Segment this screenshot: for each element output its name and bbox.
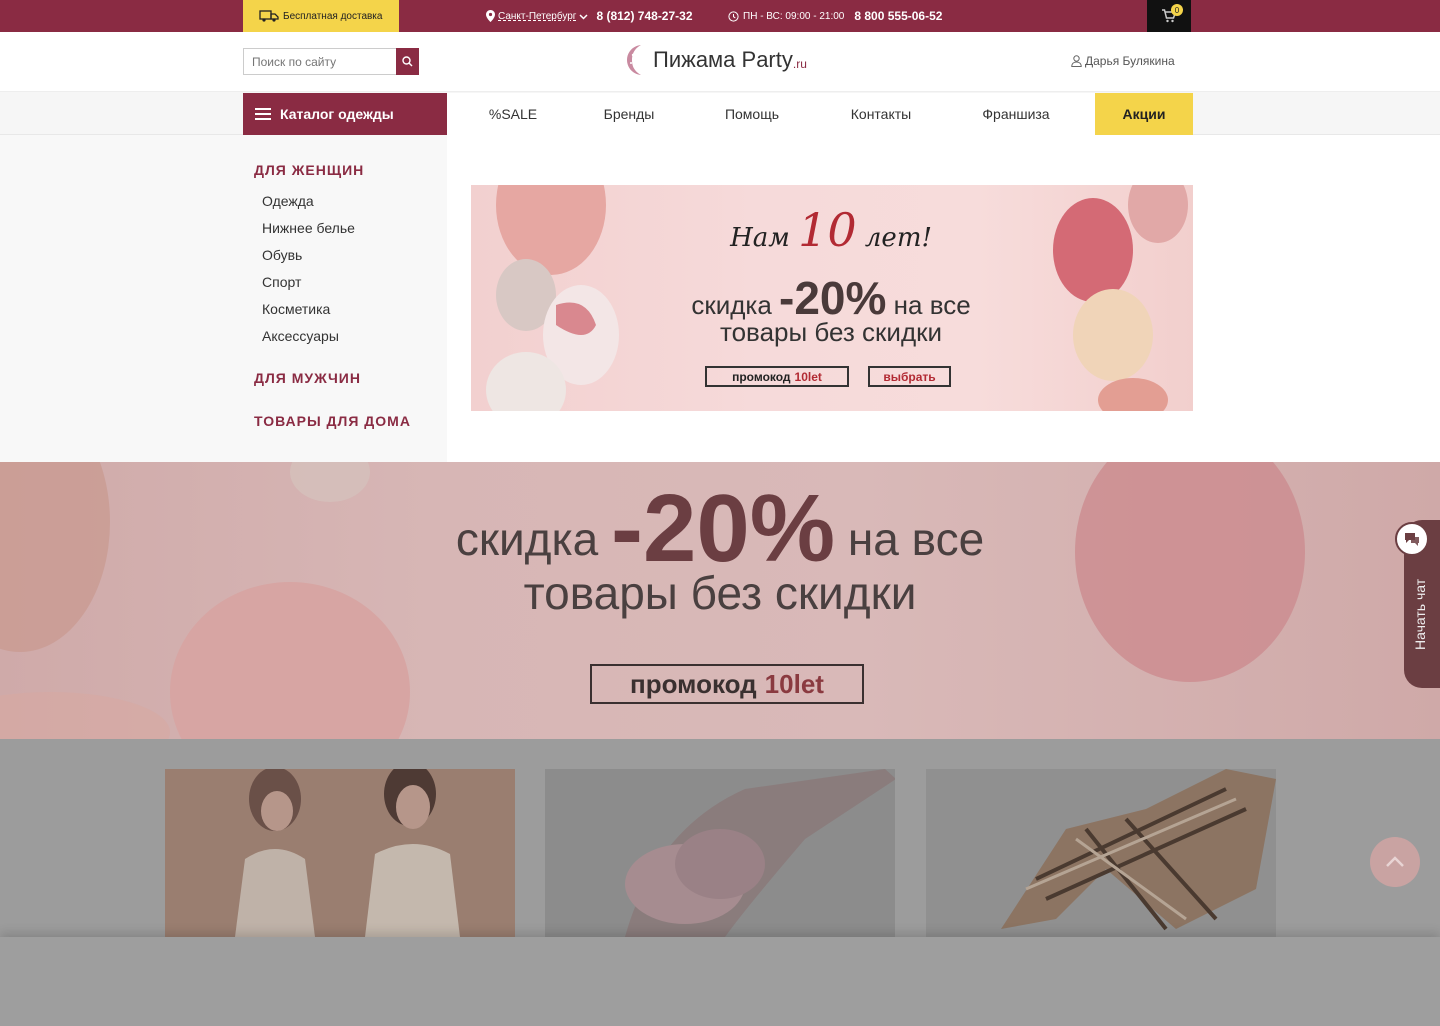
search-input[interactable] <box>243 48 396 75</box>
banner-title-post: лет! <box>864 223 932 253</box>
choose-button[interactable]: выбрать <box>868 366 951 387</box>
speech-bubbles-icon <box>1405 533 1419 546</box>
category-home[interactable]: ТОВАРЫ ДЛЯ ДОМА <box>254 413 411 429</box>
nav-link-sale[interactable]: %SALE <box>447 93 579 135</box>
clock-icon <box>728 10 739 22</box>
hero-promo-label: промокод <box>630 668 757 699</box>
logo-text: Пижама Party <box>653 47 793 72</box>
chevron-up-icon <box>1386 856 1404 867</box>
category-item[interactable]: Спорт <box>262 274 301 290</box>
bottom-overlay-panel <box>0 937 1440 1026</box>
search-icon <box>402 56 413 67</box>
women-pajamas-image <box>165 769 515 937</box>
cart-count-badge: 0 <box>1171 4 1183 16</box>
logo-suffix: .ru <box>792 57 807 71</box>
category-men[interactable]: ДЛЯ МУЖЧИН <box>254 370 361 386</box>
category-item[interactable]: Косметика <box>262 301 330 317</box>
banner-title-pre: Нам <box>730 223 790 253</box>
category-item[interactable]: Аксессуары <box>262 328 339 344</box>
chat-icon[interactable] <box>1395 522 1429 556</box>
hours-text: ПН - ВС: 09:00 - 21:00 <box>743 10 845 22</box>
category-women[interactable]: ДЛЯ ЖЕНЩИН <box>254 162 364 178</box>
nav-link-help[interactable]: Помощь <box>679 93 825 135</box>
city-selector[interactable]: Санкт-Петербург 8 (812) 748-27-32 <box>486 0 693 32</box>
nav-link-franchise[interactable]: Франшиза <box>937 93 1095 135</box>
user-name: Дарья Булякина <box>1085 54 1175 68</box>
nav-link-contacts[interactable]: Контакты <box>825 93 937 135</box>
banner-title: Нам 10 лет! <box>721 203 941 257</box>
chat-label[interactable]: Начать чат <box>1412 579 1428 650</box>
banner-line1-post: на все <box>893 290 971 320</box>
user-account-link[interactable]: Дарья Булякина <box>1071 54 1175 68</box>
product-card-scarf[interactable] <box>926 769 1276 937</box>
top-bar: Бесплатная доставка Санкт-Петербург 8 (8… <box>0 0 1440 32</box>
search-button[interactable] <box>396 48 419 75</box>
nav-link-promo[interactable]: Акции <box>1095 93 1193 135</box>
category-item[interactable]: Обувь <box>262 247 302 263</box>
delivery-label: Бесплатная доставка <box>283 10 383 22</box>
main-nav: Каталог одежды %SALE Бренды Помощь Конта… <box>0 92 1440 135</box>
hero-promo-code-box: промокод 10let <box>590 664 864 704</box>
banner-title-number: 10 <box>798 203 857 257</box>
fur-slippers-image <box>545 769 895 937</box>
search-form <box>243 48 419 75</box>
product-card-slippers[interactable] <box>545 769 895 937</box>
anniversary-banner[interactable]: Нам 10 лет! скидка -20% на все товары бе… <box>471 185 1193 411</box>
chevron-down-icon <box>579 13 588 20</box>
hero-banner[interactable]: скидка -20% на все товары без скидки про… <box>0 462 1440 739</box>
balloons-right-image <box>1053 185 1188 411</box>
city-phone-link[interactable]: 8 (812) 748-27-32 <box>596 9 692 23</box>
category-item[interactable]: Нижнее белье <box>262 220 355 236</box>
hero-line1-post: на все <box>847 513 985 565</box>
site-header: Пижама Party .ru Дарья Булякина <box>0 32 1440 92</box>
working-hours: ПН - ВС: 09:00 - 21:00 8 800 555-06-52 <box>728 0 942 32</box>
promo-code: 10let <box>794 369 822 384</box>
nav-link-brands[interactable]: Бренды <box>579 93 679 135</box>
catalog-label: Каталог одежды <box>280 106 394 122</box>
banner-line1-pre: скидка <box>691 290 772 320</box>
scroll-top-button[interactable] <box>1370 837 1420 887</box>
banner-line2: товары без скидки <box>719 317 943 347</box>
hero-promo-code: 10let <box>764 668 824 699</box>
promo-code-box: промокод 10let <box>705 366 849 387</box>
user-icon <box>1071 55 1082 67</box>
city-name[interactable]: Санкт-Петербург <box>498 11 576 22</box>
nav-links: %SALE Бренды Помощь Контакты Франшиза Ак… <box>447 93 1193 135</box>
hero-line1-pre: скидка <box>455 513 599 565</box>
product-card-clothing[interactable] <box>165 769 515 937</box>
free-delivery-badge[interactable]: Бесплатная доставка <box>243 0 399 32</box>
site-logo[interactable]: Пижама Party .ru <box>625 42 807 78</box>
hero-line2: товары без скидки <box>523 567 917 619</box>
promo-label: промокод <box>732 369 791 384</box>
cart-button[interactable]: 0 <box>1147 0 1191 32</box>
category-item[interactable]: Одежда <box>262 193 314 209</box>
menu-icon <box>255 105 271 123</box>
free-phone-link[interactable]: 8 800 555-06-52 <box>854 9 942 23</box>
moon-logo-icon <box>627 45 641 75</box>
plaid-scarf-image <box>926 769 1276 937</box>
location-pin-icon <box>486 10 495 22</box>
catalog-button[interactable]: Каталог одежды <box>243 93 447 135</box>
truck-icon <box>259 10 279 22</box>
balloons-left-image <box>486 185 619 411</box>
